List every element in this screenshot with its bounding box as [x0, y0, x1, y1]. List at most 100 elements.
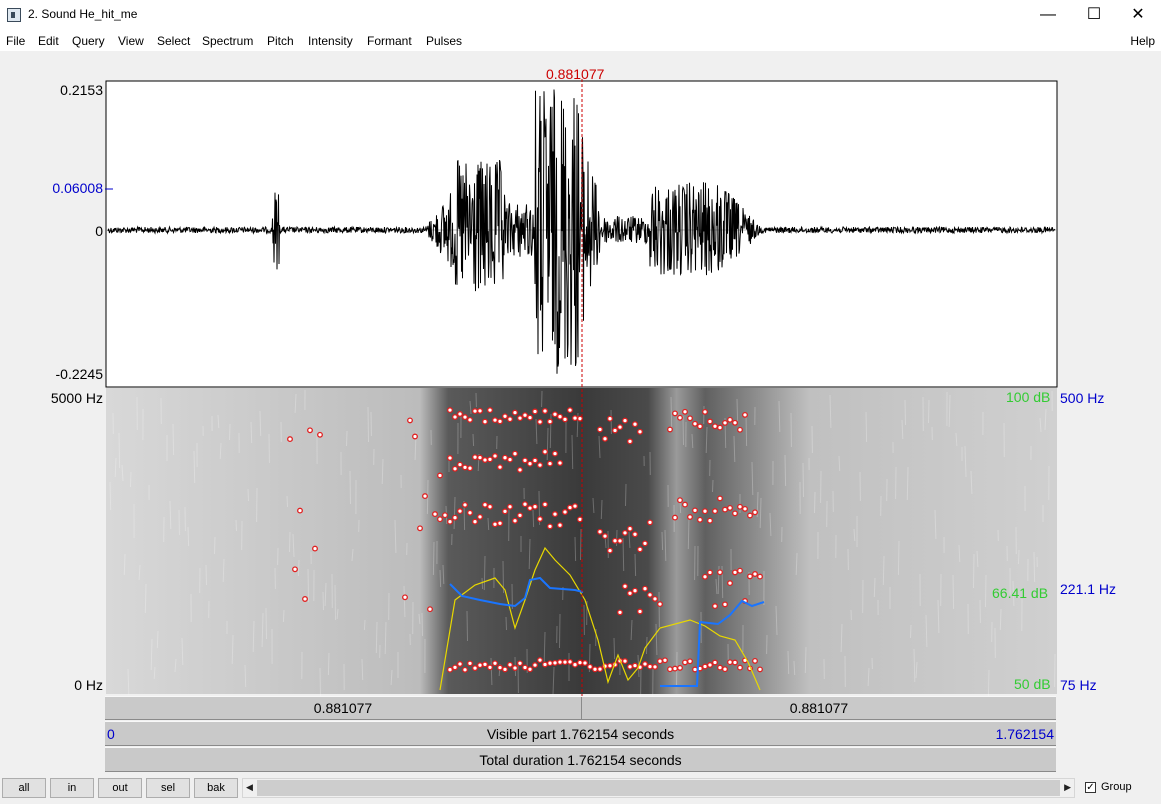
formant-point — [702, 663, 708, 670]
formant-point — [487, 407, 493, 414]
formant-point — [547, 460, 553, 467]
formant-point — [487, 456, 493, 463]
formant-point — [502, 454, 508, 461]
formant-point — [692, 666, 698, 673]
left-of-cursor-duration[interactable]: 0.881077 — [105, 700, 581, 716]
formant-point — [682, 501, 688, 508]
formant-point — [552, 659, 558, 666]
formant-point — [702, 573, 708, 580]
formant-point — [677, 497, 683, 504]
formant-point — [317, 431, 323, 438]
formant-point — [482, 418, 488, 425]
formant-point — [752, 657, 758, 664]
zoom-in-button[interactable]: in — [50, 778, 94, 798]
formant-point — [452, 465, 458, 472]
formant-point — [527, 505, 533, 512]
formant-point — [457, 508, 463, 515]
zoom-all-button[interactable]: all — [2, 778, 46, 798]
formant-point — [522, 457, 528, 464]
scroll-left-arrow-icon[interactable]: ◀ — [246, 782, 253, 793]
formant-point — [447, 407, 453, 414]
group-label: Group — [1101, 781, 1132, 793]
formant-point — [557, 522, 563, 529]
formant-point — [622, 417, 628, 424]
formant-point — [437, 516, 443, 523]
cursor-time-bar[interactable]: 0.881077 0.881077 — [105, 696, 1056, 720]
formant-point — [742, 411, 748, 418]
zoom-out-button[interactable]: out — [98, 778, 142, 798]
formant-point — [532, 408, 538, 415]
formant-point — [512, 665, 518, 671]
formant-point — [457, 661, 463, 667]
formant-point — [737, 664, 743, 671]
formant-point — [412, 433, 418, 440]
total-duration-label: Total duration 1.762154 seconds — [479, 752, 682, 768]
right-of-cursor-duration[interactable]: 0.881077 — [582, 700, 1056, 716]
formant-point — [497, 464, 503, 471]
formant-point — [727, 504, 733, 511]
formant-point — [722, 601, 728, 608]
formant-point — [717, 664, 723, 671]
formant-point — [697, 423, 703, 430]
group-checkbox[interactable]: ✓ — [1085, 782, 1096, 793]
formant-point — [602, 533, 608, 540]
total-duration-bar[interactable]: Total duration 1.762154 seconds — [105, 747, 1056, 772]
formant-point — [687, 415, 693, 422]
formant-point — [722, 506, 728, 513]
formant-point — [527, 414, 533, 421]
formant-point — [647, 519, 653, 526]
formant-point — [542, 408, 548, 414]
formant-point — [612, 427, 618, 434]
formant-point — [482, 457, 488, 463]
formant-point — [532, 662, 538, 669]
formant-point — [657, 658, 663, 665]
formant-point — [612, 537, 618, 544]
formant-point — [727, 580, 733, 587]
formant-point — [472, 665, 478, 672]
formant-point — [607, 547, 613, 554]
formant-point — [567, 407, 573, 414]
scrollbar-thumb[interactable] — [257, 780, 1060, 796]
formant-point — [462, 666, 468, 673]
formant-point — [737, 503, 743, 510]
formant-point — [702, 508, 708, 515]
formant-point — [637, 546, 643, 553]
visible-part-label: Visible part 1.762154 seconds — [486, 726, 675, 742]
formant-point — [507, 503, 513, 510]
zoom-selection-button[interactable]: sel — [146, 778, 190, 798]
formant-point — [752, 571, 758, 577]
formant-point — [452, 514, 458, 521]
scroll-right-arrow-icon[interactable]: ▶ — [1064, 782, 1071, 793]
formant-point — [517, 415, 523, 422]
formant-point — [547, 660, 553, 667]
formant-point — [682, 408, 688, 415]
formant-point — [447, 666, 453, 673]
formant-point — [617, 537, 623, 544]
visible-part-bar[interactable]: 0 Visible part 1.762154 seconds 1.762154 — [105, 721, 1056, 746]
formant-point — [557, 659, 563, 666]
formant-point — [512, 517, 518, 524]
formant-point — [467, 465, 473, 472]
formant-point — [572, 661, 578, 668]
formant-point — [567, 504, 573, 511]
formant-point — [542, 661, 548, 668]
zoom-back-button[interactable]: bak — [194, 778, 238, 798]
formant-point — [522, 501, 528, 508]
formant-point — [567, 658, 573, 665]
formant-point — [457, 461, 463, 468]
sound-display[interactable]: 100 dB 66.41 dB 50 dB — [0, 0, 1161, 804]
formant-point — [737, 426, 743, 433]
horizontal-scrollbar[interactable]: ◀ ▶ — [242, 778, 1075, 798]
formant-point — [537, 516, 543, 522]
formant-point — [617, 424, 623, 431]
formant-point — [407, 417, 413, 424]
formant-point — [687, 658, 693, 665]
formant-point — [692, 507, 698, 514]
formant-point — [467, 660, 473, 667]
formant-point — [447, 455, 453, 461]
formant-point — [602, 435, 608, 442]
formant-point — [647, 663, 653, 670]
formant-point — [627, 438, 633, 445]
formant-point — [687, 514, 693, 520]
formant-point — [757, 666, 763, 673]
